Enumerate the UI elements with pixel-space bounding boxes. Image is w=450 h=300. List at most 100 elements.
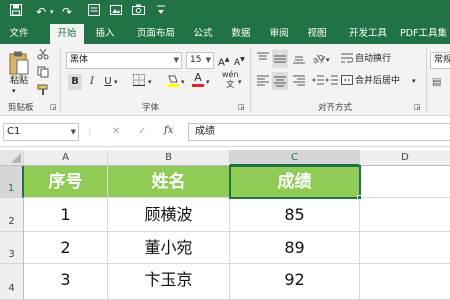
- merge-center-label[interactable]: 合并后居中: [355, 74, 400, 88]
- increase-indent-icon[interactable]: [326, 74, 338, 92]
- font-size-value: 15: [190, 55, 202, 65]
- redo-icon[interactable]: ↷: [62, 4, 72, 20]
- decrease-indent-icon[interactable]: [312, 74, 324, 92]
- name-box[interactable]: C1 ▼: [3, 123, 79, 141]
- align-center-icon[interactable]: [272, 72, 288, 90]
- merge-dropdown-icon[interactable]: ▾: [412, 74, 416, 88]
- phonetic-dropdown-icon[interactable]: ▾: [238, 74, 242, 90]
- table-cell[interactable]: 2: [24, 232, 108, 264]
- paste-icon[interactable]: [8, 50, 30, 76]
- alignment-launcher-icon[interactable]: ◲: [414, 100, 421, 114]
- wrap-text-icon[interactable]: [340, 52, 354, 70]
- font-size-select[interactable]: 15 ▼: [186, 52, 214, 69]
- font-launcher-icon[interactable]: ◲: [238, 100, 245, 114]
- row-header-1[interactable]: 1: [0, 166, 24, 198]
- tab-developer[interactable]: 开发工具: [344, 24, 392, 44]
- tab-home[interactable]: 开始: [50, 24, 84, 44]
- underline-dropdown-icon[interactable]: ▾: [114, 74, 118, 90]
- italic-button[interactable]: I: [86, 74, 98, 90]
- fill-handle[interactable]: [357, 195, 362, 200]
- format-painter-icon[interactable]: [36, 84, 50, 102]
- tab-insert[interactable]: 插入: [90, 24, 120, 44]
- currency-icon[interactable]: ▤: [432, 76, 441, 90]
- form-icon[interactable]: [88, 4, 100, 16]
- borders-dropdown-icon[interactable]: ▾: [148, 74, 152, 90]
- table-cell[interactable]: 3: [24, 264, 108, 300]
- underline-button[interactable]: U: [102, 74, 114, 90]
- table-cell[interactable]: 89: [230, 232, 360, 264]
- bold-button[interactable]: B: [68, 74, 82, 90]
- column-header-c[interactable]: C: [230, 150, 360, 166]
- tab-pdf-tools[interactable]: PDF工具集: [400, 24, 450, 44]
- copy-icon[interactable]: [36, 66, 50, 84]
- number-format-select[interactable]: 常规: [430, 52, 450, 69]
- align-middle-icon[interactable]: [272, 50, 288, 68]
- formula-input[interactable]: 成绩: [188, 123, 450, 141]
- row-header-4[interactable]: 4: [0, 264, 24, 300]
- font-name-value: 黑体: [70, 55, 89, 65]
- font-color-dropdown-icon[interactable]: ▾: [206, 74, 210, 90]
- excel-window: ↶ ▾ ↷ 文件 开始 插入 页面布局 公式 数据 审阅 视图 开发工具 PDF…: [0, 0, 450, 300]
- tab-review[interactable]: 审阅: [264, 24, 294, 44]
- empty-cell[interactable]: [360, 264, 450, 300]
- table-cell[interactable]: 董小宛: [108, 232, 230, 264]
- cancel-icon[interactable]: ✕: [112, 125, 120, 139]
- orientation-dropdown-icon[interactable]: ▾: [326, 52, 330, 68]
- orientation-icon[interactable]: ab: [311, 52, 326, 70]
- row-header-2[interactable]: 2: [0, 198, 24, 232]
- phonetic-icon[interactable]: wén 文: [222, 70, 239, 90]
- align-right-icon[interactable]: [292, 74, 306, 92]
- fill-color-dropdown-icon[interactable]: ▾: [181, 74, 185, 90]
- table-cell[interactable]: 顾横波: [108, 198, 230, 232]
- table-cell[interactable]: 92: [230, 264, 360, 300]
- enter-icon[interactable]: ✓: [138, 125, 146, 139]
- table-cell[interactable]: 85: [230, 198, 360, 232]
- align-left-icon[interactable]: [256, 74, 270, 92]
- insert-function-button[interactable]: fx: [164, 124, 173, 138]
- tab-data[interactable]: 数据: [226, 24, 256, 44]
- borders-icon[interactable]: [132, 74, 146, 92]
- decrease-font-icon[interactable]: A▼: [234, 53, 245, 70]
- save-icon[interactable]: [10, 4, 22, 16]
- chevron-down-icon: ▼: [205, 56, 211, 64]
- chevron-down-icon: ▼: [173, 56, 179, 64]
- undo-icon[interactable]: ↶: [36, 4, 46, 20]
- undo-dropdown-icon[interactable]: ▾: [50, 4, 54, 20]
- formula-bar: C1 ▼ ⋮ ✕ ✓ fx 成绩: [0, 117, 450, 147]
- empty-cell[interactable]: [360, 166, 450, 198]
- column-header-a[interactable]: A: [24, 150, 108, 166]
- table-cell[interactable]: 1: [24, 198, 108, 232]
- increase-font-icon[interactable]: A▲: [218, 53, 229, 70]
- formula-bar-grip-icon: ⋮: [86, 127, 94, 136]
- clipboard-launcher-icon[interactable]: ◲: [50, 100, 57, 114]
- merge-center-icon[interactable]: [340, 74, 354, 92]
- font-name-select[interactable]: 黑体 ▼: [66, 52, 182, 69]
- name-box-value: C1: [7, 126, 21, 137]
- tab-file[interactable]: 文件: [4, 24, 34, 44]
- table-cell[interactable]: 卞玉京: [108, 264, 230, 300]
- tab-formulas[interactable]: 公式: [188, 24, 218, 44]
- cut-icon[interactable]: [36, 48, 50, 66]
- empty-cell[interactable]: [360, 232, 450, 264]
- tab-view[interactable]: 视图: [302, 24, 332, 44]
- paste-label[interactable]: 粘贴: [6, 74, 32, 88]
- select-all-corner[interactable]: [0, 150, 24, 166]
- table-header-cell[interactable]: 序号: [24, 166, 108, 198]
- paste-dropdown-icon[interactable]: ▾: [12, 84, 16, 98]
- camera-icon[interactable]: [132, 4, 145, 16]
- fill-color-icon[interactable]: [166, 74, 180, 94]
- align-bottom-icon[interactable]: [292, 52, 306, 70]
- font-color-icon[interactable]: A: [192, 72, 204, 87]
- align-top-icon[interactable]: [256, 52, 270, 70]
- wrap-text-label[interactable]: 自动换行: [355, 52, 391, 66]
- column-header-b[interactable]: B: [108, 150, 230, 166]
- font-color-glyph: A: [194, 71, 202, 84]
- number-format-value: 常规: [434, 55, 450, 65]
- table-header-cell[interactable]: 姓名: [108, 166, 230, 198]
- customize-qat-icon[interactable]: [156, 4, 166, 16]
- tab-page-layout[interactable]: 页面布局: [132, 24, 180, 44]
- column-header-d[interactable]: D: [360, 150, 450, 166]
- row-header-3[interactable]: 3: [0, 232, 24, 264]
- empty-cell[interactable]: [360, 198, 450, 232]
- screenshot-icon[interactable]: [110, 4, 122, 16]
